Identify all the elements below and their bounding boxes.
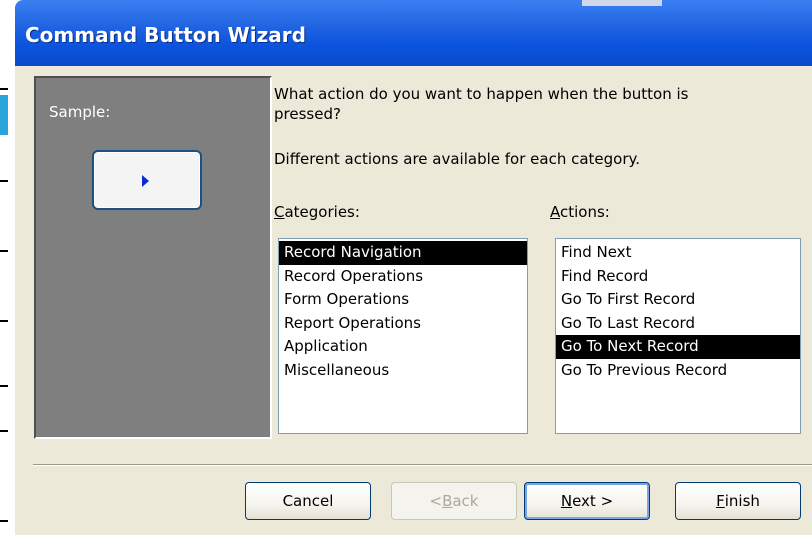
edge-tick (0, 88, 8, 90)
category-item[interactable]: Miscellaneous (279, 359, 527, 383)
finish-button[interactable]: Finish (675, 482, 801, 520)
background-window-edge (0, 0, 15, 535)
edge-highlight (0, 95, 8, 135)
sample-command-button (92, 150, 202, 210)
action-item[interactable]: Find Next (556, 241, 800, 265)
play-arrow-icon (142, 175, 149, 187)
action-item[interactable]: Go To Next Record (556, 335, 800, 359)
categories-label: Categories: (274, 203, 360, 221)
back-button[interactable]: < Back (391, 482, 517, 520)
edge-tick (0, 250, 8, 252)
question-text: What action do you want to happen when t… (274, 85, 689, 123)
edge-tick (0, 520, 8, 522)
actions-listbox[interactable]: Find Next Find Record Go To First Record… (555, 238, 801, 434)
category-item[interactable]: Report Operations (279, 312, 527, 336)
cancel-button[interactable]: Cancel (245, 482, 371, 520)
action-item[interactable]: Go To First Record (556, 288, 800, 312)
title-bar[interactable]: Command Button Wizard (15, 0, 812, 66)
edge-tick (0, 180, 8, 182)
window-title: Command Button Wizard (25, 23, 306, 47)
edge-tick (0, 430, 8, 432)
category-note: Different actions are available for each… (274, 150, 641, 168)
category-item[interactable]: Form Operations (279, 288, 527, 312)
edge-tick (0, 385, 8, 387)
category-item[interactable]: Record Operations (279, 265, 527, 289)
sample-panel: Sample: (34, 76, 272, 439)
action-item[interactable]: Go To Last Record (556, 312, 800, 336)
next-button[interactable]: Next > (524, 482, 650, 520)
category-item[interactable]: Application (279, 335, 527, 359)
background-window-sliver (582, 0, 662, 6)
edge-tick (0, 320, 8, 322)
separator (33, 464, 812, 466)
wizard-dialog: Sample: What action do you want to happe… (15, 66, 812, 535)
category-item[interactable]: Record Navigation (279, 241, 527, 265)
sample-label: Sample: (49, 103, 111, 121)
categories-listbox[interactable]: Record Navigation Record Operations Form… (278, 238, 528, 434)
actions-label: Actions: (550, 203, 610, 221)
action-item[interactable]: Find Record (556, 265, 800, 289)
action-item[interactable]: Go To Previous Record (556, 359, 800, 383)
